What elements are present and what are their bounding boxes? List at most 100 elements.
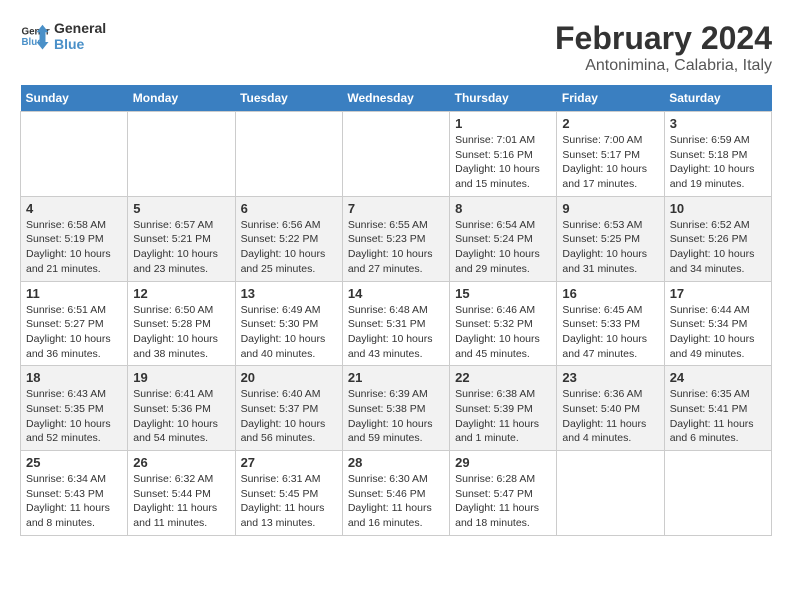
header-cell-friday: Friday: [557, 85, 664, 112]
week-row-4: 25Sunrise: 6:34 AMSunset: 5:43 PMDayligh…: [21, 451, 772, 536]
day-info: Sunrise: 6:43 AMSunset: 5:35 PMDaylight:…: [26, 387, 122, 446]
day-number: 13: [241, 286, 337, 301]
header-cell-sunday: Sunday: [21, 85, 128, 112]
day-info: Sunrise: 6:36 AMSunset: 5:40 PMDaylight:…: [562, 387, 658, 446]
day-info: Sunrise: 6:48 AMSunset: 5:31 PMDaylight:…: [348, 303, 444, 362]
day-info: Sunrise: 7:01 AMSunset: 5:16 PMDaylight:…: [455, 133, 551, 192]
calendar-cell: 29 Sunrise: 6:28 AMSunset: 5:47 PMDayligh…: [450, 451, 557, 536]
day-number: 19: [133, 370, 229, 385]
header-cell-tuesday: Tuesday: [235, 85, 342, 112]
day-info: Sunrise: 6:28 AMSunset: 5:47 PMDaylight:…: [455, 472, 551, 531]
calendar-cell: 14 Sunrise: 6:48 AMSunset: 5:31 PMDayligh…: [342, 281, 449, 366]
day-number: 26: [133, 455, 229, 470]
calendar-cell: 16 Sunrise: 6:45 AMSunset: 5:33 PMDayligh…: [557, 281, 664, 366]
title-block: February 2024 Antonimina, Calabria, Ital…: [555, 20, 772, 75]
calendar-cell: 12 Sunrise: 6:50 AMSunset: 5:28 PMDayligh…: [128, 281, 235, 366]
header-cell-thursday: Thursday: [450, 85, 557, 112]
calendar-cell: 24 Sunrise: 6:35 AMSunset: 5:41 PMDayligh…: [664, 366, 771, 451]
week-row-3: 18Sunrise: 6:43 AMSunset: 5:35 PMDayligh…: [21, 366, 772, 451]
calendar-cell: 8 Sunrise: 6:54 AMSunset: 5:24 PMDaylight…: [450, 196, 557, 281]
calendar-cell: 21 Sunrise: 6:39 AMSunset: 5:38 PMDayligh…: [342, 366, 449, 451]
day-info: Sunrise: 6:58 AMSunset: 5:19 PMDaylight:…: [26, 218, 122, 277]
day-info: Sunrise: 6:39 AMSunset: 5:38 PMDaylight:…: [348, 387, 444, 446]
day-info: Sunrise: 6:31 AMSunset: 5:45 PMDaylight:…: [241, 472, 337, 531]
day-number: 29: [455, 455, 551, 470]
day-info: Sunrise: 6:54 AMSunset: 5:24 PMDaylight:…: [455, 218, 551, 277]
calendar-cell: 4 Sunrise: 6:58 AMSunset: 5:19 PMDaylight…: [21, 196, 128, 281]
day-info: Sunrise: 6:56 AMSunset: 5:22 PMDaylight:…: [241, 218, 337, 277]
day-info: Sunrise: 6:40 AMSunset: 5:37 PMDaylight:…: [241, 387, 337, 446]
week-row-1: 4 Sunrise: 6:58 AMSunset: 5:19 PMDaylight…: [21, 196, 772, 281]
calendar-cell: 15 Sunrise: 6:46 AMSunset: 5:32 PMDayligh…: [450, 281, 557, 366]
day-info: Sunrise: 7:00 AMSunset: 5:17 PMDaylight:…: [562, 133, 658, 192]
week-row-0: 1 Sunrise: 7:01 AMSunset: 5:16 PMDaylight…: [21, 112, 772, 197]
calendar-cell: 17Sunrise: 6:44 AMSunset: 5:34 PMDayligh…: [664, 281, 771, 366]
main-title: February 2024: [555, 20, 772, 57]
calendar-cell: 26 Sunrise: 6:32 AMSunset: 5:44 PMDayligh…: [128, 451, 235, 536]
calendar-cell: 22 Sunrise: 6:38 AMSunset: 5:39 PMDayligh…: [450, 366, 557, 451]
day-number: 22: [455, 370, 551, 385]
day-number: 17: [670, 286, 766, 301]
day-number: 24: [670, 370, 766, 385]
day-info: Sunrise: 6:53 AMSunset: 5:25 PMDaylight:…: [562, 218, 658, 277]
day-number: 10: [670, 201, 766, 216]
day-info: Sunrise: 6:38 AMSunset: 5:39 PMDaylight:…: [455, 387, 551, 446]
day-info: Sunrise: 6:46 AMSunset: 5:32 PMDaylight:…: [455, 303, 551, 362]
day-number: 21: [348, 370, 444, 385]
week-row-2: 11 Sunrise: 6:51 AMSunset: 5:27 PMDayligh…: [21, 281, 772, 366]
day-info: Sunrise: 6:32 AMSunset: 5:44 PMDaylight:…: [133, 472, 229, 531]
logo-blue: Blue: [54, 36, 106, 52]
day-number: 27: [241, 455, 337, 470]
header-row: SundayMondayTuesdayWednesdayThursdayFrid…: [21, 85, 772, 112]
day-number: 16: [562, 286, 658, 301]
logo-icon: General Blue: [20, 21, 50, 51]
day-number: 8: [455, 201, 551, 216]
calendar-cell: [342, 112, 449, 197]
page-header: General Blue General Blue February 2024 …: [20, 20, 772, 75]
calendar-cell: 28Sunrise: 6:30 AMSunset: 5:46 PMDayligh…: [342, 451, 449, 536]
day-info: Sunrise: 6:55 AMSunset: 5:23 PMDaylight:…: [348, 218, 444, 277]
calendar-cell: [664, 451, 771, 536]
calendar-cell: 13 Sunrise: 6:49 AMSunset: 5:30 PMDayligh…: [235, 281, 342, 366]
day-number: 7: [348, 201, 444, 216]
sub-title: Antonimina, Calabria, Italy: [555, 57, 772, 75]
day-number: 12: [133, 286, 229, 301]
day-number: 1: [455, 116, 551, 131]
calendar-cell: 9 Sunrise: 6:53 AMSunset: 5:25 PMDaylight…: [557, 196, 664, 281]
calendar-table: SundayMondayTuesdayWednesdayThursdayFrid…: [20, 85, 772, 536]
day-number: 2: [562, 116, 658, 131]
calendar-header: SundayMondayTuesdayWednesdayThursdayFrid…: [21, 85, 772, 112]
day-info: Sunrise: 6:49 AMSunset: 5:30 PMDaylight:…: [241, 303, 337, 362]
day-number: 6: [241, 201, 337, 216]
day-number: 23: [562, 370, 658, 385]
day-number: 20: [241, 370, 337, 385]
calendar-body: 1 Sunrise: 7:01 AMSunset: 5:16 PMDaylight…: [21, 112, 772, 536]
calendar-cell: 18Sunrise: 6:43 AMSunset: 5:35 PMDayligh…: [21, 366, 128, 451]
day-info: Sunrise: 6:52 AMSunset: 5:26 PMDaylight:…: [670, 218, 766, 277]
day-number: 14: [348, 286, 444, 301]
logo: General Blue General Blue: [20, 20, 106, 52]
day-number: 15: [455, 286, 551, 301]
day-info: Sunrise: 6:34 AMSunset: 5:43 PMDaylight:…: [26, 472, 122, 531]
header-cell-wednesday: Wednesday: [342, 85, 449, 112]
day-number: 4: [26, 201, 122, 216]
day-number: 11: [26, 286, 122, 301]
calendar-cell: 3Sunrise: 6:59 AMSunset: 5:18 PMDaylight…: [664, 112, 771, 197]
day-number: 9: [562, 201, 658, 216]
day-info: Sunrise: 6:50 AMSunset: 5:28 PMDaylight:…: [133, 303, 229, 362]
day-info: Sunrise: 6:51 AMSunset: 5:27 PMDaylight:…: [26, 303, 122, 362]
calendar-cell: 11 Sunrise: 6:51 AMSunset: 5:27 PMDayligh…: [21, 281, 128, 366]
calendar-cell: 7 Sunrise: 6:55 AMSunset: 5:23 PMDaylight…: [342, 196, 449, 281]
calendar-cell: 19 Sunrise: 6:41 AMSunset: 5:36 PMDayligh…: [128, 366, 235, 451]
calendar-cell: [557, 451, 664, 536]
calendar-cell: 2 Sunrise: 7:00 AMSunset: 5:17 PMDaylight…: [557, 112, 664, 197]
day-info: Sunrise: 6:41 AMSunset: 5:36 PMDaylight:…: [133, 387, 229, 446]
calendar-cell: 10 Sunrise: 6:52 AMSunset: 5:26 PMDayligh…: [664, 196, 771, 281]
day-info: Sunrise: 6:35 AMSunset: 5:41 PMDaylight:…: [670, 387, 766, 446]
day-info: Sunrise: 6:45 AMSunset: 5:33 PMDaylight:…: [562, 303, 658, 362]
calendar-cell: [128, 112, 235, 197]
calendar-cell: [21, 112, 128, 197]
calendar-cell: [235, 112, 342, 197]
calendar-cell: 23 Sunrise: 6:36 AMSunset: 5:40 PMDayligh…: [557, 366, 664, 451]
day-info: Sunrise: 6:59 AMSunset: 5:18 PMDaylight:…: [670, 133, 766, 192]
